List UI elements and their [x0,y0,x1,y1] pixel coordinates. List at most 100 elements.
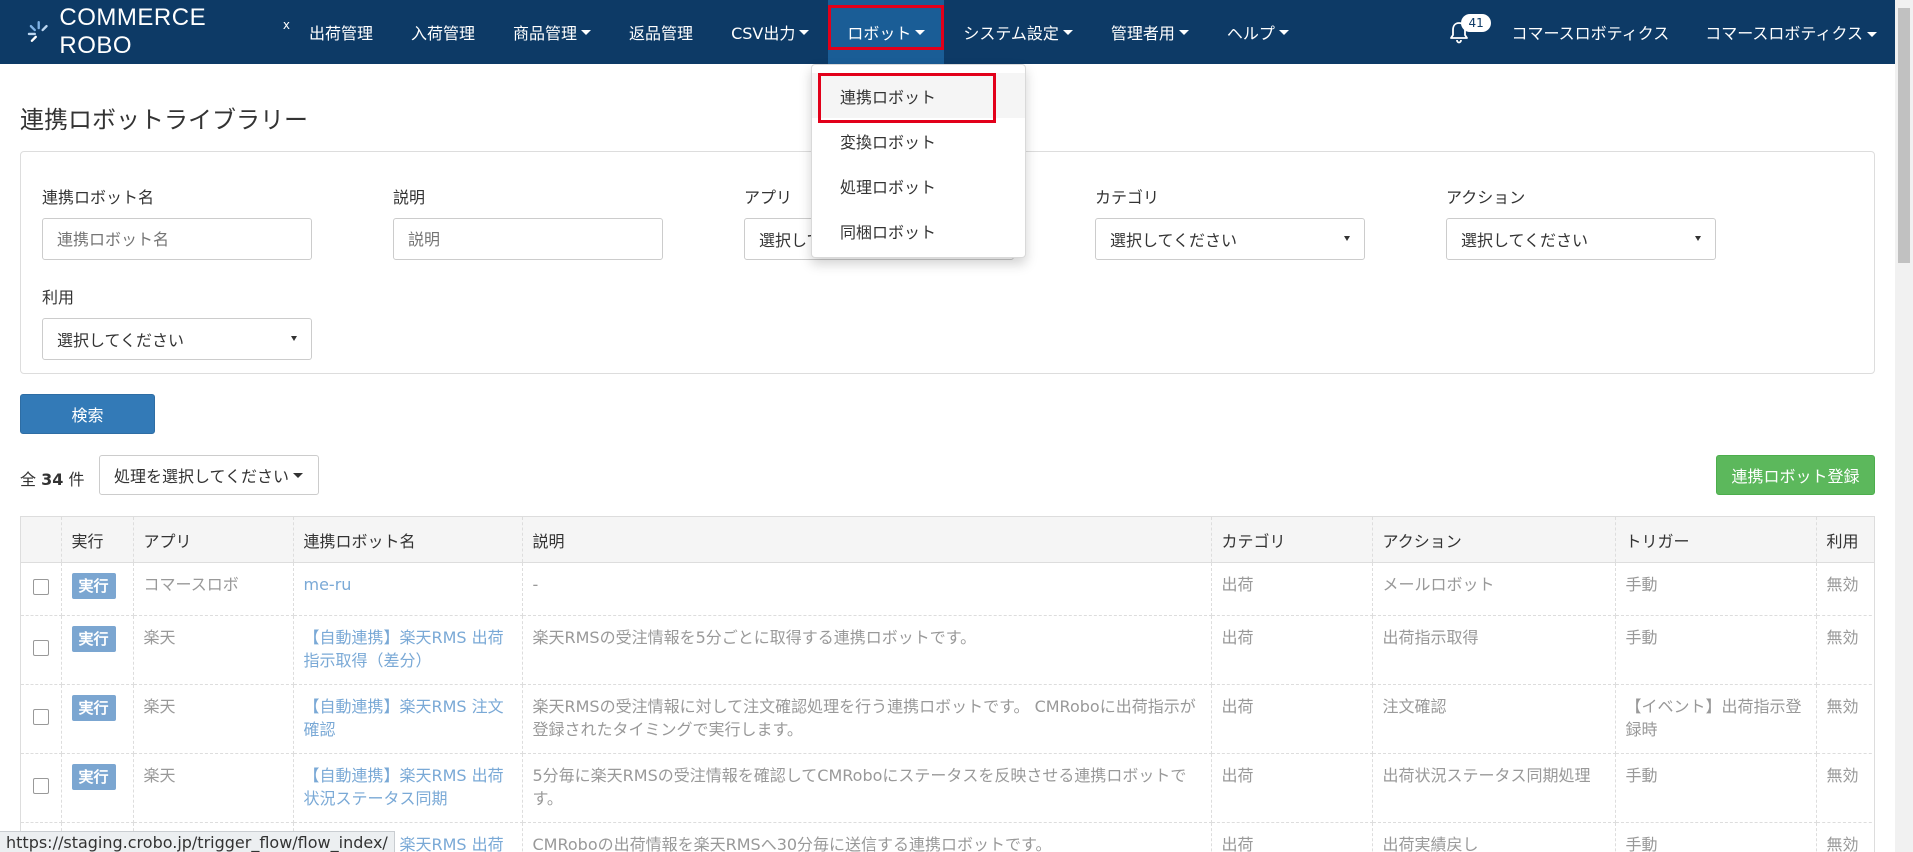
usage-cell: 無効 [1816,615,1874,685]
row-checkbox[interactable] [32,640,49,656]
caret-down-icon [799,29,810,35]
nav-item-shipping[interactable]: 出荷管理 [290,0,392,64]
menu-item-processing-robot[interactable]: 処理ロボット [812,163,1025,208]
table-row: 実行 楽天 【自動連携】楽天RMS 出荷指示取得（差分） 楽天RMSの受注情報を… [21,615,1874,685]
user-menu[interactable]: コマースロボティクス [1705,20,1877,44]
usage-cell: 無効 [1816,822,1874,852]
action-select[interactable]: 選択してください [1446,218,1716,260]
select-arrow-icon [1344,236,1350,241]
filter-description: 説明 [393,184,663,260]
count-prefix: 全 [20,470,37,489]
nav-item-label: 入荷管理 [411,24,476,43]
robot-name-link[interactable]: me-ru [293,562,523,616]
action-cell: 注文確認 [1372,684,1616,754]
nav-item-admin[interactable]: 管理者用 [1092,0,1208,64]
nav-item-label: 出荷管理 [309,24,374,43]
run-button[interactable]: 実行 [71,573,116,599]
menu-item-integration-robot[interactable]: 連携ロボット [812,73,1025,123]
description-cell: 楽天RMSの受注情報に対して注文確認処理を行う連携ロボットです。 CMRoboに… [522,684,1212,754]
bulk-action-label: 処理を選択してください [114,467,290,486]
nav-item-system-settings[interactable]: システム設定 [944,0,1092,64]
description-input[interactable] [393,218,663,260]
trigger-cell: 手動 [1615,822,1817,852]
nav-item-returns[interactable]: 返品管理 [610,0,712,64]
usage-cell: 無効 [1816,562,1874,616]
nav-item-receiving[interactable]: 入荷管理 [392,0,494,64]
user-menu-label: コマースロボティクス [1705,24,1863,43]
run-cell: 実行 [61,753,134,823]
description-cell: 5分毎に楽天RMSの受注情報を確認してCMRoboにステータスを反映させる連携ロ… [522,753,1212,823]
nav-item-help[interactable]: ヘルプ [1208,0,1308,64]
nav-item-label: 管理者用 [1110,24,1175,43]
caret-down-icon [1178,29,1189,35]
trigger-cell: 手動 [1615,753,1817,823]
header-trigger: トリガー [1615,516,1817,563]
header-select [21,516,62,563]
filter-usage-label: 利用 [42,288,75,307]
action-cell: メールロボット [1372,562,1616,616]
caret-down-icon [915,29,926,35]
brand-logo[interactable]: COMMERCE ROBO x [0,0,290,64]
page-scrollbar[interactable] [1895,0,1913,852]
usage-select[interactable]: 選択してください [42,318,312,360]
header-usage: 利用 [1816,516,1874,563]
usage-cell: 無効 [1816,684,1874,754]
add-integration-robot-button[interactable]: 連携ロボット登録 [1716,455,1875,495]
action-cell: 出荷実績戻し [1372,822,1616,852]
scrollbar-thumb[interactable] [1898,8,1910,263]
robot-table-container: 実行 アプリ 連携ロボット名 説明 カテゴリ アクション トリガー 利用 実行 … [20,516,1875,852]
header-run: 実行 [61,516,134,563]
caret-down-icon [581,29,592,35]
filter-category-label: カテゴリ [1095,188,1160,207]
row-select-cell [21,684,62,754]
caret-down-icon [1278,29,1289,35]
nav-item-label: 商品管理 [513,24,578,43]
robot-name-link[interactable]: 【自動連携】楽天RMS 注文確認 [293,684,523,754]
menu-item-conversion-robot[interactable]: 変換ロボット [812,118,1025,163]
brand-superscript: x [282,18,290,32]
table-row: 実行 楽天 【自動連携】楽天RMS 出荷状況ステータス同期 5分毎に楽天RMSの… [21,753,1874,823]
robot-name-link[interactable]: 【自動連携】楽天RMS 出荷指示取得（差分） [293,615,523,685]
header-category: カテゴリ [1211,516,1373,563]
nav-item-label: ロボット [847,24,912,43]
run-button[interactable]: 実行 [71,764,116,790]
menu-item-label: 同梱ロボット [840,222,937,242]
filter-action: アクション 選択してください [1446,184,1716,260]
bulk-action-select[interactable]: 処理を選択してください [99,455,319,495]
run-cell: 実行 [61,684,134,754]
company-name-link[interactable]: コマースロボティクス [1511,20,1669,44]
filter-name-label: 連携ロボット名 [42,188,155,207]
trigger-cell: 手動 [1615,615,1817,685]
notifications-button[interactable]: 41 [1439,12,1491,52]
app-cell: コマースロボ [133,562,294,616]
header-description: 説明 [522,516,1212,563]
row-select-cell [21,615,62,685]
robot-name-input[interactable] [42,218,312,260]
run-button[interactable]: 実行 [71,695,116,721]
filter-description-label: 説明 [393,188,426,207]
nav-item-csv-export[interactable]: CSV出力 [712,0,828,64]
filter-usage: 利用 選択してください [42,284,312,360]
run-cell: 実行 [61,615,134,685]
menu-item-label: 変換ロボット [840,132,937,152]
brand-mark-icon [27,21,48,42]
action-cell: 出荷状況ステータス同期処理 [1372,753,1616,823]
category-select-value: 選択してください [1110,231,1238,250]
description-cell: CMRoboの出荷情報を楽天RMSへ30分毎に送信する連携ロボットです。 [522,822,1212,852]
header-app: アプリ [133,516,294,563]
robot-name-link[interactable]: 【自動連携】楽天RMS 出荷状況ステータス同期 [293,753,523,823]
row-checkbox[interactable] [32,709,49,725]
page-title: 連携ロボットライブラリー [20,106,308,134]
header-robot-name: 連携ロボット名 [293,516,523,563]
nav-item-robot[interactable]: ロボット [828,0,945,64]
menu-item-label: 処理ロボット [840,177,937,197]
category-select[interactable]: 選択してください [1095,218,1365,260]
nav-item-products[interactable]: 商品管理 [494,0,610,64]
row-checkbox[interactable] [32,778,49,794]
run-button[interactable]: 実行 [71,626,116,652]
count-suffix: 件 [68,470,85,489]
search-button[interactable]: 検索 [20,394,155,434]
row-checkbox[interactable] [32,579,49,595]
menu-item-bundle-robot[interactable]: 同梱ロボット [812,208,1025,253]
action-select-value: 選択してください [1461,231,1589,250]
